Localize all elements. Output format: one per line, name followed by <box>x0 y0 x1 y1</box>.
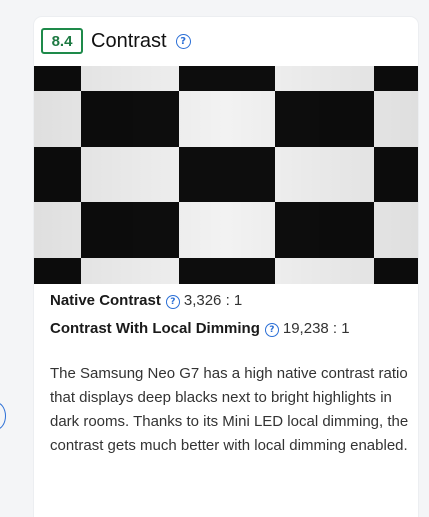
question-circle-icon[interactable]: ? <box>165 295 180 309</box>
contrast-test-card: 8.4 Contrast ? Native Contrast ? 3,326:… <box>34 17 418 517</box>
section-title: Contrast <box>91 29 167 52</box>
question-circle-icon[interactable]: ? <box>264 323 279 337</box>
adjacent-section-marker <box>0 402 6 430</box>
question-circle-icon[interactable]: ? <box>175 33 191 49</box>
section-header: 8.4 Contrast ? <box>41 28 191 54</box>
metric-value: 3,326 : 1 <box>183 292 243 309</box>
native-contrast-row: Native Contrast? 3,326 : 1 <box>50 292 242 309</box>
test-description: The Samsung Neo G7 has a high native con… <box>50 365 409 454</box>
metric-value: 19,238 : 1 <box>282 320 350 337</box>
metric-label: Contrast With Local Dimming <box>50 320 260 337</box>
score-badge: 8.4 <box>41 28 83 54</box>
metric-label: Native Contrast <box>50 292 161 309</box>
local-dimming-contrast-row: Contrast With Local Dimming? 19,238 : 1 <box>50 320 350 337</box>
checkerboard-test-photo[interactable] <box>34 66 418 284</box>
